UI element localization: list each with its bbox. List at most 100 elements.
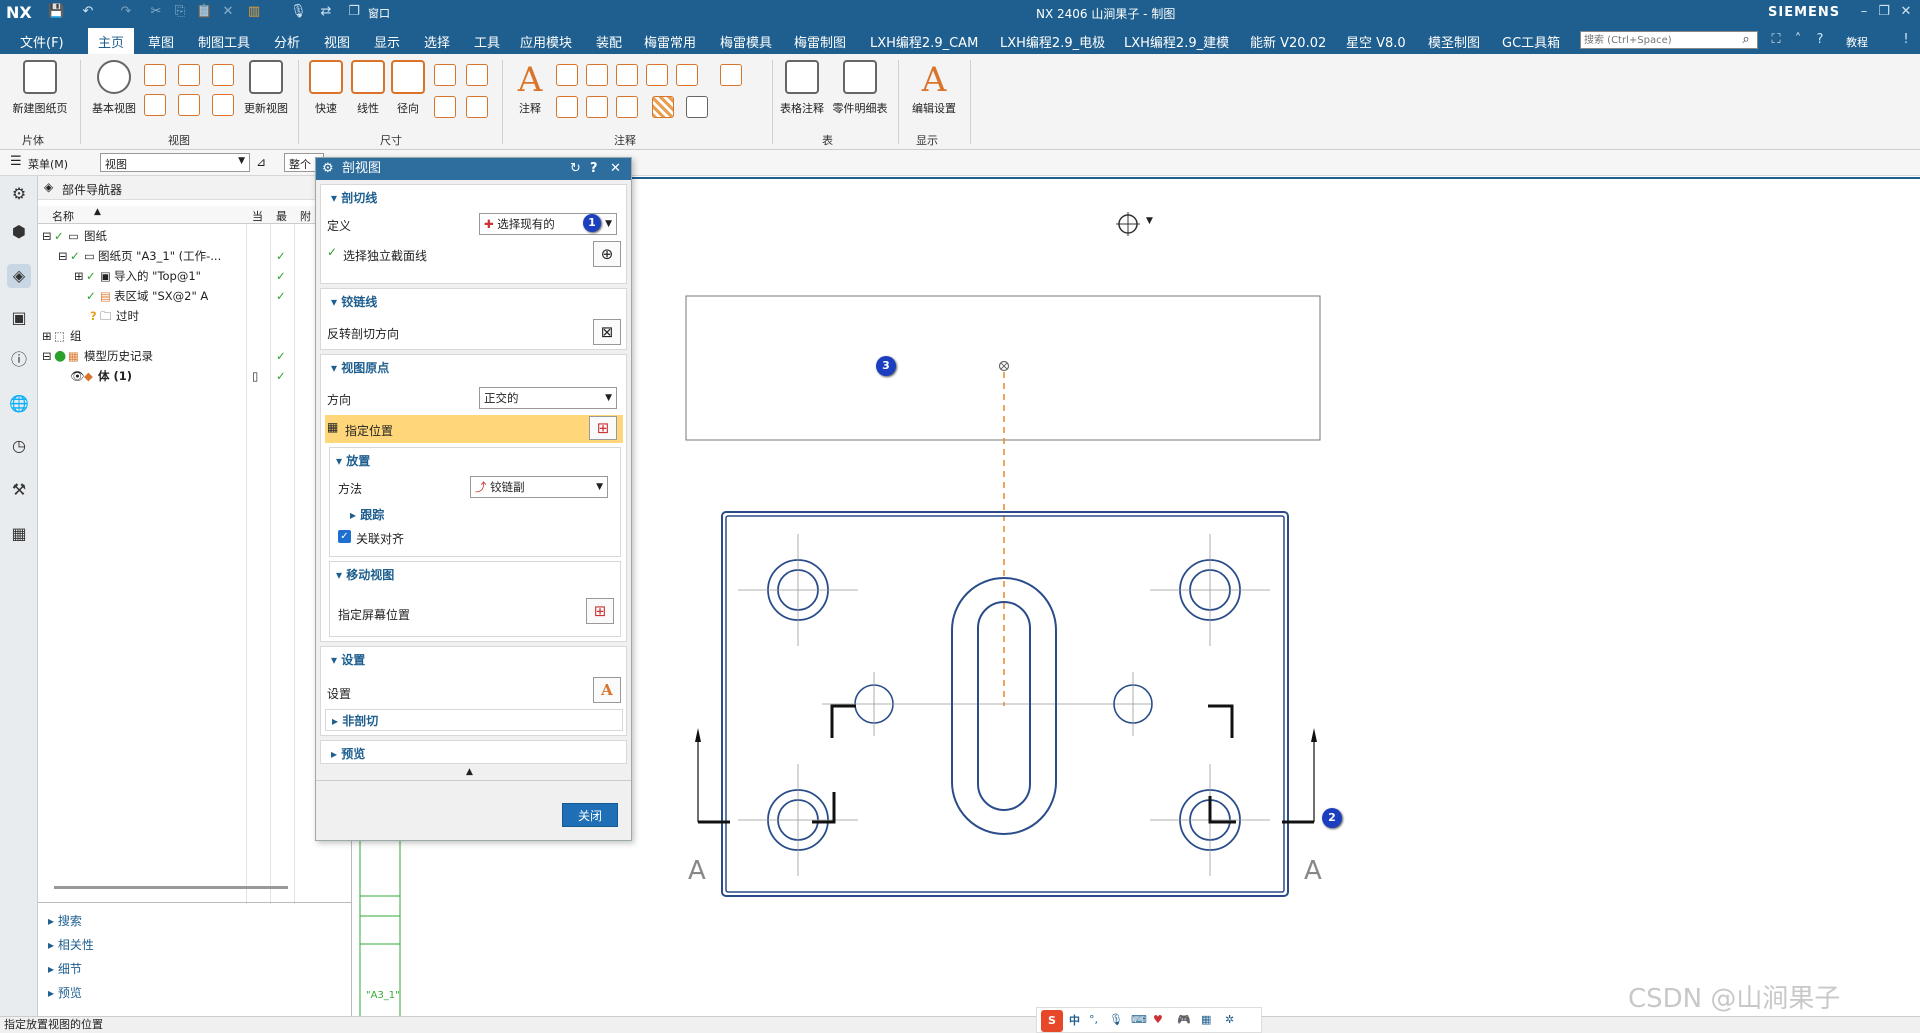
command-search-input[interactable] bbox=[1580, 31, 1758, 49]
tab-sketch[interactable]: 草图 bbox=[148, 32, 174, 51]
tree-node-group[interactable]: ⊞ ⬚ 组 bbox=[38, 326, 352, 346]
tab-view[interactable]: 视图 bbox=[324, 32, 350, 51]
tab-mosheng-drafting[interactable]: 模圣制图 bbox=[1428, 32, 1480, 51]
tab-xingkong[interactable]: 星空 V8.0 bbox=[1346, 32, 1406, 51]
broken-out-view-icon[interactable] bbox=[178, 94, 200, 116]
fill-pattern-icon[interactable] bbox=[676, 64, 698, 86]
column-attach[interactable]: 附 bbox=[300, 208, 311, 224]
filter-icon[interactable]: ⊿ bbox=[256, 155, 266, 169]
tab-meilei-drafting[interactable]: 梅雷制图 bbox=[794, 32, 846, 51]
dialog-close-icon[interactable]: ✕ bbox=[610, 158, 621, 180]
web-browser-icon[interactable]: 🌐 bbox=[7, 392, 31, 416]
reverse-direction-button[interactable]: ⊠ bbox=[593, 319, 621, 345]
menu-dropdown[interactable]: 菜单(M) bbox=[28, 156, 68, 172]
dialog-help-icon[interactable]: ? bbox=[590, 158, 598, 180]
specify-location-row[interactable]: ▦ 指定位置 ⊞ bbox=[325, 415, 623, 443]
toolbox-icon[interactable]: ▦ bbox=[1201, 1012, 1211, 1028]
move-view-header[interactable]: ▾ 移动视图 bbox=[336, 566, 394, 583]
section-cutline-header[interactable]: ▾ 剖切线 bbox=[331, 189, 377, 206]
view-boundary-icon[interactable] bbox=[212, 94, 234, 116]
column-name[interactable]: 名称 bbox=[52, 208, 74, 224]
repeat-command-icon[interactable]: ▥ bbox=[246, 4, 262, 20]
undo-icon[interactable]: ↶ bbox=[80, 4, 96, 20]
thickness-dimension-icon[interactable] bbox=[434, 96, 456, 118]
target-point-icon[interactable] bbox=[616, 96, 638, 118]
notification-icon[interactable]: ! bbox=[1898, 32, 1914, 48]
sheet-tab-label[interactable]: "A3_1" bbox=[366, 990, 400, 1001]
non-section-header[interactable]: ▸ 非剖切 bbox=[332, 712, 378, 729]
point-dialog-dropdown-icon[interactable]: ▼ bbox=[1146, 216, 1153, 226]
surface-finish-icon[interactable] bbox=[586, 96, 608, 118]
ime-mode-label[interactable]: 中 bbox=[1069, 1013, 1080, 1029]
note-button[interactable]: A 注释 bbox=[500, 60, 560, 116]
tab-tools[interactable]: 工具 bbox=[474, 32, 500, 51]
reuse-library-icon[interactable]: ▣ bbox=[7, 306, 31, 330]
panel-details[interactable]: ▸ 细节 bbox=[48, 960, 82, 977]
tree-node-table-region[interactable]: ✓ ▤ 表区域 "SX@2" A ✓ bbox=[38, 286, 352, 306]
id-symbol-icon[interactable] bbox=[556, 96, 578, 118]
hatch-icon[interactable] bbox=[652, 96, 674, 118]
edit-settings-button[interactable]: A 编辑设置 bbox=[904, 60, 964, 116]
save-icon[interactable]: 💾 bbox=[48, 4, 64, 20]
dialog-titlebar[interactable]: ⚙ 剖视图 ↻ ? ✕ bbox=[316, 158, 631, 180]
weld-symbol-icon[interactable] bbox=[646, 64, 668, 86]
window-menu[interactable]: 窗口 bbox=[368, 5, 390, 21]
roles-icon[interactable]: ▦ bbox=[7, 522, 31, 546]
method-select[interactable]: ⤴ 铰链副 ▼ bbox=[470, 476, 608, 498]
tree-node-sheet[interactable]: ⊟ ✓ ▭ 图纸页 "A3_1" (工作-... ✓ bbox=[38, 246, 352, 266]
history-clock-icon[interactable]: ◷ bbox=[7, 434, 31, 458]
parts-list-button[interactable]: 零件明细表 bbox=[830, 60, 890, 116]
angular-dimension-icon[interactable] bbox=[434, 64, 456, 86]
settings-button[interactable]: A bbox=[593, 677, 621, 703]
ime-toolbar[interactable]: S 中 °, 🎙 ⌨ ♥ 🎮 ▦ ✲ bbox=[1036, 1007, 1262, 1033]
direction-select[interactable]: 正交的 ▼ bbox=[479, 387, 617, 409]
search-icon[interactable]: ⌕ bbox=[1738, 32, 1754, 48]
tab-lxh-modeling[interactable]: LXH编程2.9_建模 bbox=[1124, 32, 1229, 51]
tree-node-model-history[interactable]: ⊟ ● ▦ 模型历史记录 ✓ bbox=[38, 346, 352, 366]
section-preview-header[interactable]: ▸ 预览 bbox=[331, 745, 365, 762]
base-view-button[interactable]: 基本视图 bbox=[84, 60, 144, 116]
skin-icon[interactable]: ♥ bbox=[1153, 1012, 1163, 1028]
update-view-button[interactable]: 更新视图 bbox=[236, 60, 296, 116]
info-icon[interactable]: ⓘ bbox=[7, 348, 31, 372]
select-cutline-button[interactable]: ⊕ bbox=[593, 241, 621, 267]
ime-settings-icon[interactable]: ✲ bbox=[1225, 1012, 1234, 1028]
column-latest[interactable]: 最 bbox=[276, 208, 287, 224]
tab-display[interactable]: 显示 bbox=[374, 32, 400, 51]
image-icon[interactable] bbox=[686, 96, 708, 118]
dialog-gear-icon[interactable]: ⚙ bbox=[322, 158, 334, 180]
collapse-ribbon-icon[interactable]: ˄ bbox=[1790, 32, 1806, 48]
panel-search[interactable]: ▸ 搜索 bbox=[48, 912, 82, 929]
radial-dimension-button[interactable]: 径向 bbox=[378, 60, 438, 116]
close-window-icon[interactable]: ✕ bbox=[1898, 4, 1914, 20]
tree-node-outdated[interactable]: ? 🗀 过时 bbox=[38, 306, 352, 326]
tab-analysis[interactable]: 分析 bbox=[274, 32, 300, 51]
ordinate-dimension-icon[interactable] bbox=[466, 96, 488, 118]
column-current[interactable]: 当 bbox=[252, 208, 263, 224]
datum-target-icon[interactable] bbox=[616, 64, 638, 86]
feature-control-frame-icon[interactable] bbox=[556, 64, 578, 86]
datum-feature-icon[interactable] bbox=[586, 64, 608, 86]
fullscreen-icon[interactable]: ⛶ bbox=[1768, 32, 1784, 48]
section-view-icon[interactable] bbox=[178, 64, 200, 86]
track-header[interactable]: ▸ 跟踪 bbox=[350, 506, 384, 523]
new-sheet-button[interactable]: 新建图纸页 bbox=[10, 60, 70, 116]
panel-preview[interactable]: ▸ 预览 bbox=[48, 984, 82, 1001]
game-icon[interactable]: 🎮 bbox=[1177, 1012, 1191, 1028]
tab-meilei-common[interactable]: 梅雷常用 bbox=[644, 32, 696, 51]
assembly-navigator-icon[interactable]: ⬢ bbox=[7, 220, 31, 244]
tools-icon[interactable]: ⚒ bbox=[7, 478, 31, 502]
break-view-icon[interactable] bbox=[144, 94, 166, 116]
delete-icon[interactable]: ✕ bbox=[220, 4, 236, 20]
minimize-icon[interactable]: – bbox=[1856, 4, 1872, 20]
projected-view-icon[interactable] bbox=[144, 64, 166, 86]
reset-icon[interactable]: ↻ bbox=[570, 158, 581, 180]
help-icon[interactable]: ? bbox=[1812, 32, 1828, 48]
tab-nengxin[interactable]: 能新 V20.02 bbox=[1250, 32, 1326, 51]
type-filter-select[interactable]: 视图 ▼ bbox=[100, 153, 250, 172]
touch-mode-icon[interactable]: ⇄ bbox=[318, 4, 334, 20]
specify-location-button[interactable]: ⊞ bbox=[589, 416, 617, 440]
tab-gc-toolbox[interactable]: GC工具箱 bbox=[1502, 32, 1560, 51]
associative-align-checkbox[interactable]: ✓ bbox=[338, 530, 351, 543]
detail-view-icon[interactable] bbox=[212, 64, 234, 86]
